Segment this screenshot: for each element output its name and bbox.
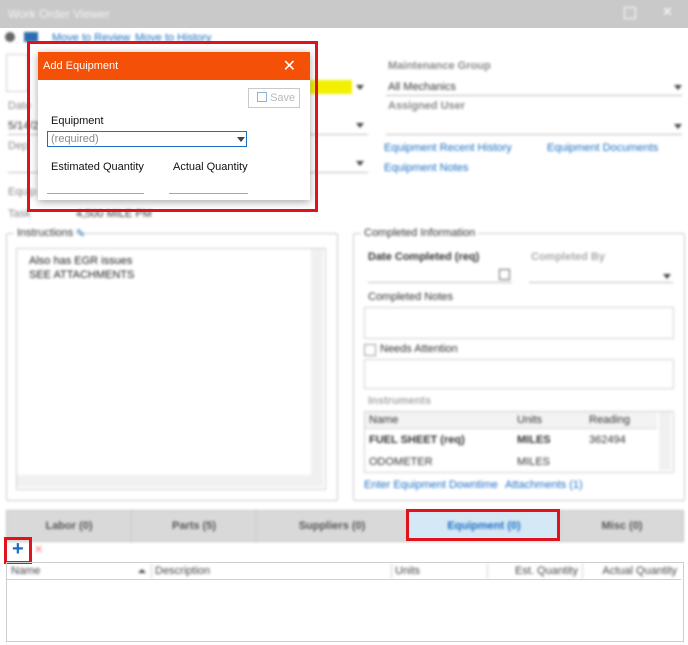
wo-field[interactable]	[6, 54, 28, 92]
chevron-down-icon[interactable]	[674, 124, 682, 129]
instrument-units: MILES	[517, 434, 551, 446]
grid-toolbar: + ✕	[6, 538, 682, 563]
equipment-documents-link[interactable]: Equipment Documents	[547, 142, 658, 154]
tab-suppliers[interactable]: Suppliers (0)	[256, 510, 408, 542]
instruments-label: Instruments	[368, 395, 431, 407]
instructions-textbox[interactable]: Also has EGR issues SEE ATTACHMENTS	[16, 248, 326, 490]
attachments-link[interactable]: Attachments (1)	[505, 479, 583, 491]
horizontal-scrollbar[interactable]	[17, 475, 323, 487]
completed-notes-field[interactable]	[364, 307, 674, 339]
instruments-scrollbar[interactable]	[659, 412, 671, 470]
completed-notes-label: Completed Notes	[368, 291, 453, 303]
window-title: Work Order Viewer	[8, 7, 110, 21]
chevron-down-icon[interactable]	[674, 85, 682, 90]
chevron-down-icon[interactable]	[356, 85, 364, 90]
chevron-down-icon[interactable]	[356, 123, 364, 128]
needs-attention-field[interactable]	[364, 359, 674, 389]
instrument-name: ODOMETER	[369, 456, 433, 468]
col-reading[interactable]: Reading	[589, 414, 630, 426]
dept-label: Dep	[8, 140, 29, 152]
vertical-scrollbar[interactable]	[311, 249, 323, 475]
equipment-tab-highlight	[406, 509, 560, 541]
instruments-header: Name Units Reading	[365, 412, 657, 429]
print-icon[interactable]	[5, 32, 15, 42]
assigned-underline	[386, 134, 682, 135]
instruction-line: SEE ATTACHMENTS	[29, 269, 135, 281]
equipment-recent-history-link[interactable]: Equipment Recent History	[384, 142, 512, 154]
instruction-line: Also has EGR issues	[29, 255, 133, 267]
maintenance-underline	[386, 95, 682, 96]
window-titlebar: Work Order Viewer ✕	[0, 0, 688, 28]
grid-col-units[interactable]: Units	[392, 563, 488, 579]
chevron-down-icon[interactable]	[663, 274, 671, 279]
dialog-highlight	[27, 41, 318, 212]
completed-by-label: Completed By	[531, 251, 605, 263]
instruments-table: Name Units Reading FUEL SHEET (req) MILE…	[364, 411, 674, 473]
add-button-highlight	[4, 537, 32, 564]
needs-attention-checkbox[interactable]	[364, 344, 376, 356]
instrument-reading[interactable]: 362494	[589, 434, 626, 446]
maximize-icon[interactable]	[624, 7, 636, 19]
instrument-units: MILES	[517, 456, 551, 468]
sort-icon	[138, 569, 146, 573]
date-completed-underline	[368, 282, 512, 283]
instructions-label: Instructions	[14, 227, 77, 239]
pencil-icon[interactable]: ✎	[76, 227, 85, 240]
col-name[interactable]: Name	[369, 414, 398, 426]
col-units[interactable]: Units	[517, 414, 542, 426]
header-right: Maintenance Group All Mechanics Assigned…	[380, 48, 685, 188]
equipment-notes-link[interactable]: Equipment Notes	[384, 162, 468, 174]
delete-icon[interactable]: ✕	[34, 543, 43, 556]
grid-header-divider	[7, 579, 681, 580]
completed-by-underline	[529, 282, 673, 283]
date-completed-label: Date Completed (req)	[368, 251, 480, 263]
chevron-down-icon[interactable]	[356, 161, 364, 166]
close-window-icon[interactable]: ✕	[662, 4, 673, 20]
calendar-icon[interactable]	[499, 269, 510, 280]
tab-misc[interactable]: Misc (0)	[560, 510, 684, 542]
grid-col-description[interactable]: Description	[152, 563, 392, 579]
maintenance-group-select[interactable]: All Mechanics	[388, 81, 456, 93]
grid-col-actual-qty[interactable]: Actual Quantity	[583, 563, 681, 579]
maintenance-group-label: Maintenance Group	[388, 60, 491, 72]
needs-attention-label: Needs Attention	[380, 343, 458, 355]
tab-parts[interactable]: Parts (5)	[131, 510, 257, 542]
grid-col-est-qty[interactable]: Est. Quantity	[488, 563, 583, 579]
enter-downtime-link[interactable]: Enter Equipment Downtime	[364, 479, 498, 491]
assigned-user-label: Assigned User	[388, 100, 466, 112]
instrument-name: FUEL SHEET (req)	[369, 434, 465, 446]
grid-col-name[interactable]: Name	[8, 563, 152, 579]
completed-body: Date Completed (req) Completed By Comple…	[353, 233, 683, 499]
